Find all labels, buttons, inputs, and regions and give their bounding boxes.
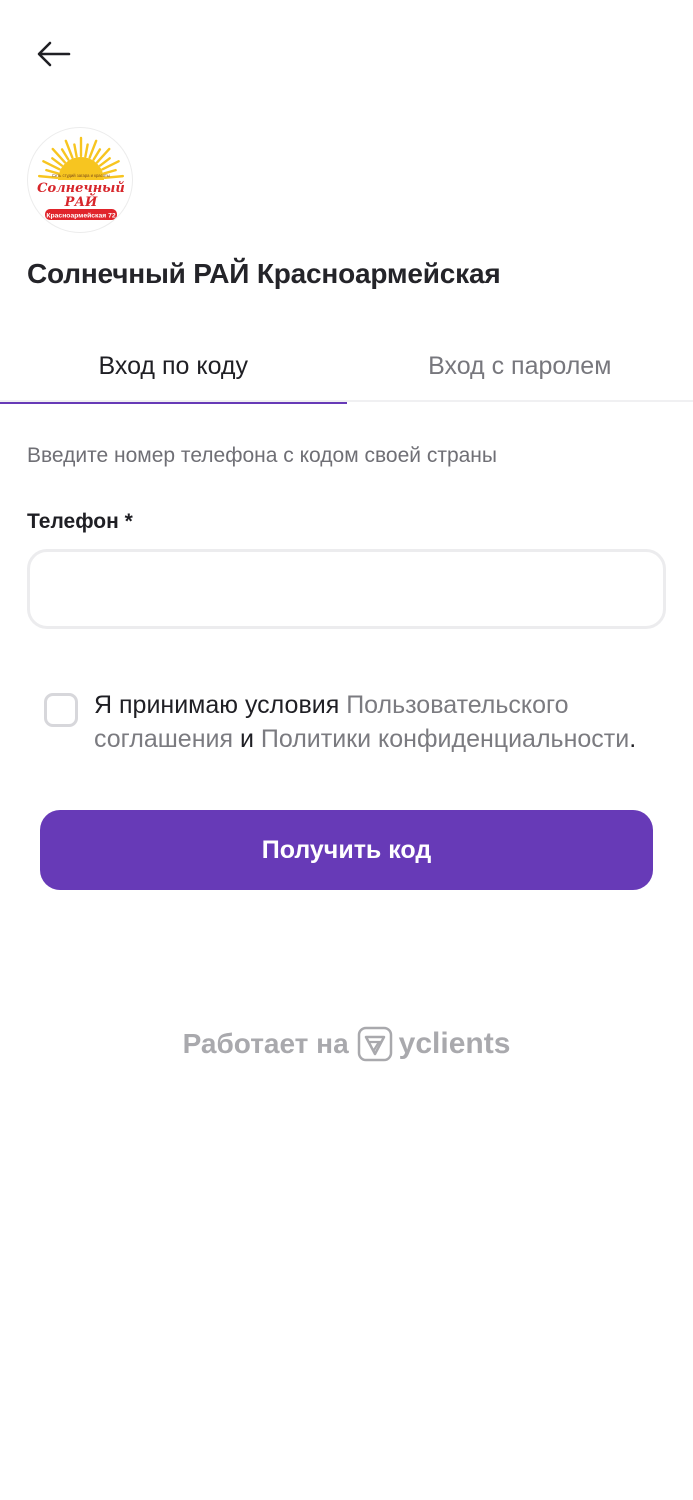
login-tabs: Вход по коду Вход с паролем (0, 330, 693, 404)
logo-address: Красноармейская 72 (46, 212, 116, 220)
logo-name-line2: РАЙ (64, 193, 98, 210)
yclients-brand: yclients (398, 1027, 511, 1060)
logo-name-line1: Солнечный (37, 181, 125, 196)
consent-suffix: . (629, 725, 637, 753)
get-code-button[interactable]: Получить код (40, 810, 653, 890)
sun-ray (84, 143, 89, 158)
phone-input[interactable] (27, 549, 666, 629)
yclients-logo-icon (357, 1026, 393, 1062)
consent-prefix: Я принимаю условия (94, 691, 347, 719)
sun-ray (51, 157, 64, 167)
logo-tagline: Сеть студий загара и красоты (52, 173, 110, 178)
privacy-policy-link[interactable]: Политики конфиденциальности (261, 725, 629, 753)
organization-logo: Сеть студий загара и красоты Солнечный Р… (27, 127, 133, 233)
login-page: Сеть студий загара и красоты Солнечный Р… (0, 0, 693, 1500)
sun-ray (92, 148, 102, 161)
consent-checkbox[interactable] (44, 693, 78, 727)
sun-ray (60, 148, 70, 161)
powered-by-text: Работает на (182, 1028, 349, 1059)
consent-text: Я принимаю условия Пользовательского сог… (94, 688, 654, 756)
back-button[interactable] (30, 32, 78, 76)
powered-by: Работает на yclients (0, 1022, 693, 1066)
organization-name: Солнечный РАЙ Красноармейская (27, 258, 501, 289)
consent-middle: и (233, 725, 261, 753)
tab-password-login[interactable]: Вход с паролем (347, 330, 693, 402)
arrow-left-icon (37, 41, 71, 67)
phone-label: Телефон * (27, 510, 133, 533)
sun-ray (98, 157, 111, 167)
tab-code-login[interactable]: Вход по коду (0, 330, 347, 404)
phone-hint: Введите номер телефона с кодом своей стр… (27, 444, 497, 467)
sun-ray (73, 143, 78, 158)
